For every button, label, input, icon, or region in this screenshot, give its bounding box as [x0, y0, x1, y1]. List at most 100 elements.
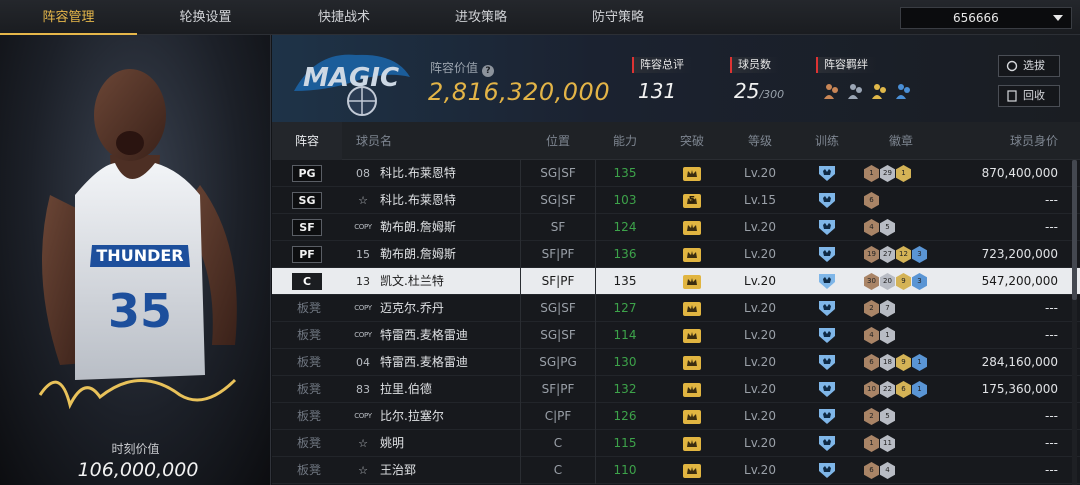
- breakthrough-cell[interactable]: [658, 160, 726, 187]
- badges-group[interactable]: 25: [864, 408, 895, 425]
- crown-icon: [683, 410, 701, 424]
- table-row[interactable]: PF 15 勒布朗.詹姆斯 SF|PF 136 Lv.20 19 27 12 3 72…: [272, 241, 1080, 268]
- badge-icon: 4: [864, 327, 879, 344]
- col-name[interactable]: 球员名: [356, 122, 392, 160]
- player-level: Lv.20: [744, 436, 776, 450]
- badges-group[interactable]: 10 22 6 1: [864, 381, 927, 398]
- training-cell[interactable]: [812, 403, 842, 430]
- col-training[interactable]: 训练: [812, 122, 842, 160]
- breakthrough-cell[interactable]: [658, 214, 726, 241]
- col-value[interactable]: 球员身价: [952, 122, 1058, 160]
- select-button-label: 选拔: [1023, 59, 1045, 72]
- tab-rotation-settings[interactable]: 轮换设置: [137, 0, 274, 35]
- tab-quick-tactics[interactable]: 快捷战术: [274, 0, 414, 35]
- breakthrough-cell[interactable]: [658, 241, 726, 268]
- breakthrough-cell[interactable]: 5: [658, 187, 726, 214]
- col-lineup[interactable]: 阵容: [272, 122, 342, 160]
- training-cell[interactable]: [812, 457, 842, 484]
- jersey-number: 13: [356, 275, 370, 288]
- badges-group[interactable]: 1 11: [864, 435, 895, 452]
- table-row[interactable]: SF COPY 勒布朗.詹姆斯 SF 124 Lv.20 45 ---: [272, 214, 1080, 241]
- table-row[interactable]: 板凳 COPY 比尔.拉塞尔 C|PF 126 Lv.20 25 ---: [272, 403, 1080, 430]
- training-cell[interactable]: [812, 160, 842, 187]
- breakthrough-cell[interactable]: [658, 403, 726, 430]
- team-select-dropdown[interactable]: 656666: [900, 7, 1072, 29]
- badges-group[interactable]: 41: [864, 327, 895, 344]
- training-cell[interactable]: [812, 214, 842, 241]
- tab-offense-strategy[interactable]: 进攻策略: [414, 0, 548, 35]
- player-value: 284,160,000: [981, 355, 1058, 369]
- badges-group[interactable]: 6: [864, 192, 879, 209]
- player-portrait: THUNDER 35: [38, 69, 237, 410]
- training-cell[interactable]: [812, 268, 842, 295]
- training-cell[interactable]: [812, 430, 842, 457]
- table-row[interactable]: SG ☆ 科比.布莱恩特 SG|SF 103 5 Lv.15 6 ---: [272, 187, 1080, 214]
- tab-lineup-management[interactable]: 阵容管理: [0, 0, 137, 35]
- col-breakthrough[interactable]: 突破: [658, 122, 726, 160]
- breakthrough-cell[interactable]: [658, 295, 726, 322]
- bond-blue-icon[interactable]: [894, 81, 914, 101]
- badges-group[interactable]: 30 20 9 3: [864, 273, 927, 290]
- team-logo: MAGIC: [294, 54, 410, 116]
- table-row[interactable]: 板凳 COPY 特雷西.麦格雷迪 SG|SF 114 Lv.20 41 ---: [272, 322, 1080, 349]
- table-row[interactable]: 板凳 COPY 迈克尔.乔丹 SG|SF 127 Lv.20 27 ---: [272, 295, 1080, 322]
- recycle-button[interactable]: 回收: [998, 85, 1060, 107]
- breakthrough-cell[interactable]: [658, 349, 726, 376]
- bench-label: 板凳: [297, 436, 322, 450]
- bond-bronze-icon[interactable]: [822, 81, 842, 101]
- col-badges[interactable]: 徽章: [866, 122, 936, 160]
- jersey-number: 35: [108, 284, 172, 338]
- table-row[interactable]: PG 08 科比.布莱恩特 SG|SF 135 Lv.20 1 29 1 870,4…: [272, 160, 1080, 187]
- training-cell[interactable]: [812, 241, 842, 268]
- badge-icon: 29: [880, 165, 895, 182]
- bond-gold-icon[interactable]: [870, 81, 890, 101]
- badge-icon: 2: [864, 408, 879, 425]
- breakthrough-cell[interactable]: [658, 457, 726, 484]
- player-position: C: [520, 430, 596, 457]
- breakthrough-cell[interactable]: [658, 376, 726, 403]
- crown-icon: [683, 383, 701, 397]
- overall-rating-value: 131: [638, 79, 677, 103]
- training-cell[interactable]: [812, 322, 842, 349]
- table-row[interactable]: 板凳 83 拉里.伯德 SF|PF 132 Lv.20 10 22 6 1 175,3…: [272, 376, 1080, 403]
- badges-group[interactable]: 64: [864, 462, 895, 479]
- badges-group[interactable]: 45: [864, 219, 895, 236]
- player-card[interactable]: THUNDER 35 时刻价值 106,000,000: [0, 35, 271, 485]
- training-cell[interactable]: [812, 376, 842, 403]
- training-cell[interactable]: [812, 295, 842, 322]
- bond-icons[interactable]: [822, 81, 914, 103]
- select-button[interactable]: 选拔: [998, 55, 1060, 77]
- player-level: Lv.20: [744, 463, 776, 477]
- badges-group[interactable]: 27: [864, 300, 895, 317]
- table-row[interactable]: C 13 凯文.杜兰特 SF|PF 135 Lv.20 30 20 9 3 547,2…: [272, 268, 1080, 295]
- col-position[interactable]: 位置: [520, 122, 596, 160]
- training-cell[interactable]: [812, 349, 842, 376]
- breakthrough-cell[interactable]: [658, 322, 726, 349]
- jersey-number: 83: [356, 383, 370, 396]
- bond-silver-icon[interactable]: [846, 81, 866, 101]
- player-level: Lv.20: [744, 301, 776, 315]
- badges-group[interactable]: 19 27 12 3: [864, 246, 927, 263]
- crown-icon: [683, 248, 701, 262]
- table-row[interactable]: 板凳 04 特雷西.麦格雷迪 SG|PG 130 Lv.20 6 18 9 1 284…: [272, 349, 1080, 376]
- jersey-number: 08: [356, 167, 370, 180]
- training-cell[interactable]: [812, 187, 842, 214]
- col-level[interactable]: 等级: [728, 122, 792, 160]
- scrollbar-thumb[interactable]: [1072, 160, 1077, 300]
- table-row[interactable]: 板凳 ☆ 王治郅 C 110 Lv.20 64 ---: [272, 457, 1080, 484]
- roster-table: 阵容 球员名 位置 能力 突破 等级 训练 徽章 球员身价 PG 08 科比.布…: [272, 122, 1080, 485]
- badge-icon: 9: [896, 273, 911, 290]
- table-scrollbar[interactable]: [1072, 160, 1077, 485]
- jersey-number: ☆: [358, 464, 368, 477]
- lineup-slot: C: [292, 273, 322, 290]
- col-ability[interactable]: 能力: [594, 122, 656, 160]
- breakthrough-cell[interactable]: [658, 430, 726, 457]
- badges-group[interactable]: 6 18 9 1: [864, 354, 927, 371]
- breakthrough-cell[interactable]: [658, 268, 726, 295]
- help-icon[interactable]: ?: [482, 65, 495, 77]
- tab-defense-strategy[interactable]: 防守策略: [548, 0, 688, 35]
- badges-group[interactable]: 1 29 1: [864, 165, 911, 182]
- table-row[interactable]: 板凳 ☆ 姚明 C 115 Lv.20 1 11 ---: [272, 430, 1080, 457]
- player-position: SG|SF: [520, 295, 596, 322]
- player-position: SG|PG: [520, 349, 596, 376]
